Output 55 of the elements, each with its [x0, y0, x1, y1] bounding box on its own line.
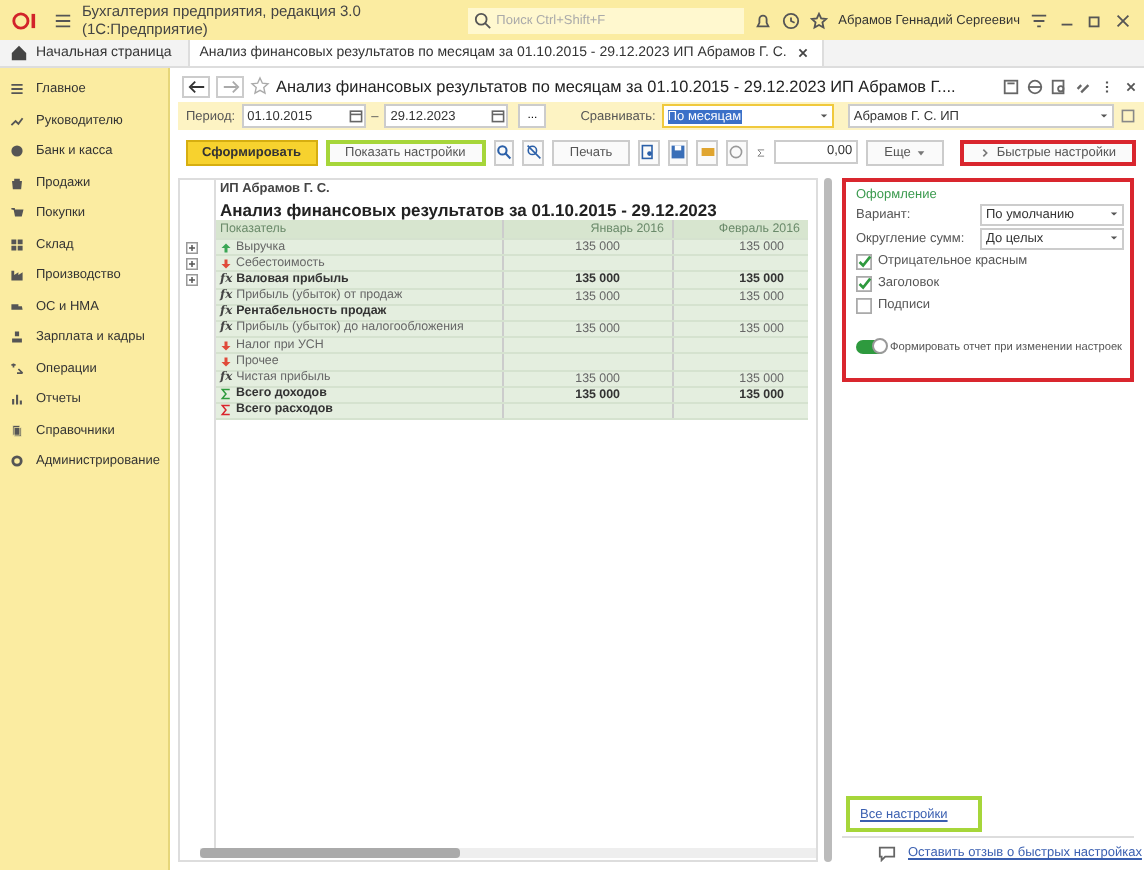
envelope-icon	[699, 144, 716, 160]
clear-search-button[interactable]	[522, 139, 544, 165]
menu-icon[interactable]	[54, 11, 72, 29]
save-icon[interactable]	[1002, 77, 1020, 95]
trend-icon	[10, 113, 24, 128]
bag-icon	[10, 175, 24, 190]
menu-icon	[10, 82, 24, 97]
close-icon[interactable]	[1122, 77, 1140, 95]
form-title: Анализ финансовых результатов по месяцам за 01.10.2015 - 29.12.2023 ИП Абрамов Г....	[276, 77, 958, 95]
checkbox[interactable]	[856, 297, 872, 313]
expand-icon[interactable]	[186, 258, 198, 271]
dropdown-icon	[916, 147, 927, 157]
restore-icon[interactable]	[1086, 11, 1104, 29]
cart-icon	[10, 206, 24, 221]
expand-icon[interactable]	[186, 274, 198, 287]
horizontal-scrollbar[interactable]	[200, 848, 816, 858]
report-title: Анализ финансовых результатов за 01.10.2015 - 29.12.2023	[218, 200, 719, 220]
search-icon	[496, 144, 513, 160]
preview-icon[interactable]	[1050, 77, 1068, 95]
filter-icon[interactable]	[1030, 11, 1048, 29]
checkbox[interactable]	[856, 275, 872, 291]
calendar-icon[interactable]	[490, 108, 507, 124]
close-icon[interactable]	[794, 44, 813, 62]
coin-icon	[10, 144, 24, 159]
sum-icon	[755, 145, 765, 159]
search-cancel-icon	[525, 144, 542, 160]
search-button[interactable]	[493, 139, 515, 165]
home-icon	[10, 44, 28, 62]
checkbox[interactable]	[856, 253, 872, 269]
calendar-icon[interactable]	[347, 108, 364, 124]
factory-icon	[10, 268, 24, 283]
grid-icon	[10, 237, 24, 252]
star-icon[interactable]	[810, 11, 829, 29]
bell-icon[interactable]	[754, 11, 773, 29]
person-icon	[10, 330, 24, 345]
preview-icon	[640, 144, 657, 160]
forward-arrow-icon	[221, 77, 239, 95]
globe-icon[interactable]	[1026, 77, 1044, 95]
schedule-button[interactable]	[725, 139, 747, 165]
toggle-switch[interactable]	[856, 340, 886, 354]
comment-icon	[878, 844, 896, 862]
truck-icon	[10, 299, 24, 314]
history-icon[interactable]	[782, 11, 801, 29]
print-preview-button[interactable]	[638, 139, 660, 165]
favorite-star-icon[interactable]	[250, 76, 270, 96]
back-button[interactable]	[182, 75, 210, 97]
books-icon	[10, 423, 24, 438]
bars-icon	[10, 392, 24, 407]
search-icon	[474, 11, 493, 29]
close-icon[interactable]	[1114, 11, 1132, 29]
vertical-scrollbar[interactable]	[824, 178, 832, 862]
save-button[interactable]	[667, 139, 689, 165]
chevron-right-icon	[980, 147, 991, 157]
expand-icon[interactable]	[186, 242, 198, 255]
back-arrow-icon	[187, 77, 205, 95]
